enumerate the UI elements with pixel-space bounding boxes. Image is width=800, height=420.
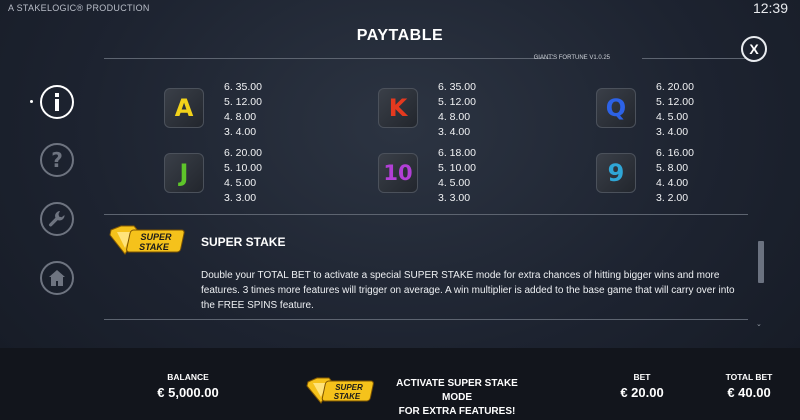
pay-value: 6. 20.00 <box>656 81 694 93</box>
symbol-a: A <box>174 94 194 122</box>
symbol-j: J <box>179 159 189 187</box>
super-stake-logo-line1: SUPER <box>140 232 172 242</box>
super-stake-promo[interactable]: ACTIVATE SUPER STAKE MODE FOR EXTRA FEAT… <box>381 377 533 419</box>
producer-credit: A STAKELOGIC® PRODUCTION <box>8 3 150 13</box>
symbol-tile-k: K <box>378 88 418 128</box>
symbol-tile-10: 10 <box>378 153 418 193</box>
section-divider <box>104 214 748 215</box>
total-bet-value: € 40.00 <box>727 385 771 400</box>
pay-value: 6. 18.00 <box>438 147 476 159</box>
pay-value: 3. 4.00 <box>438 126 471 138</box>
footer-bar: BALANCE € 5,000.00 SUPER STAKE ACTIVATE … <box>0 348 800 420</box>
pay-value: 4. 8.00 <box>224 111 257 123</box>
promo-line2: FOR EXTRA FEATURES! <box>398 406 516 417</box>
paylist-9: 6. 16.00 5. 8.00 4. 4.00 3. 2.00 <box>656 146 694 206</box>
settings-button[interactable] <box>40 202 74 236</box>
wrench-icon <box>49 211 65 227</box>
scroll-down-icon[interactable]: ⌄ <box>756 320 762 328</box>
game-version: GIANT'S FORTUNE V1.0.25 <box>533 55 610 61</box>
paylist-j: 6. 20.00 5. 10.00 4. 5.00 3. 3.00 <box>224 146 262 206</box>
super-stake-title: SUPER STAKE <box>201 235 286 249</box>
pay-value: 6. 20.00 <box>224 147 262 159</box>
paylist-q: 6. 20.00 5. 12.00 4. 5.00 3. 4.00 <box>656 80 694 140</box>
header-divider-right <box>642 58 748 59</box>
symbol-tile-q: Q <box>596 88 636 128</box>
info-icon <box>55 93 59 111</box>
top-bar: A STAKELOGIC® PRODUCTION 12:39 <box>0 0 800 16</box>
symbol-q: Q <box>605 94 627 122</box>
super-stake-logo: SUPER STAKE <box>109 225 185 255</box>
active-indicator <box>30 100 33 103</box>
page-title: PAYTABLE <box>356 27 444 44</box>
paylist-10: 6. 18.00 5. 10.00 4. 5.00 3. 3.00 <box>438 146 476 206</box>
close-icon: X <box>749 41 759 57</box>
pay-value: 3. 2.00 <box>656 192 689 204</box>
header-divider <box>104 58 554 59</box>
pay-value: 5. 8.00 <box>656 162 689 174</box>
super-stake-description: Double your TOTAL BET to activate a spec… <box>201 270 735 311</box>
super-stake-button-line1: SUPER <box>335 383 363 392</box>
pay-value: 3. 3.00 <box>224 192 257 204</box>
section-divider <box>104 319 748 320</box>
scrollbar-thumb[interactable] <box>758 241 764 283</box>
close-button[interactable]: X <box>741 36 767 62</box>
balance-label: BALANCE <box>167 372 209 382</box>
bet-value[interactable]: € 20.00 <box>607 385 677 400</box>
pay-value: 4. 5.00 <box>224 177 257 189</box>
home-button[interactable] <box>40 261 74 295</box>
symbol-10: 10 <box>383 161 413 185</box>
pay-value: 5. 12.00 <box>656 96 694 108</box>
balance-value: € 5,000.00 <box>157 385 219 400</box>
pay-value: 5. 12.00 <box>224 96 262 108</box>
super-stake-button-line2: STAKE <box>334 392 361 401</box>
symbol-tile-a: A <box>164 88 204 128</box>
total-bet-label: TOTAL BET <box>725 372 773 382</box>
pay-value: 4. 5.00 <box>656 111 689 123</box>
info-button[interactable] <box>40 85 74 119</box>
pay-value: 6. 35.00 <box>438 81 476 93</box>
super-stake-activate-button[interactable]: SUPER STAKE <box>305 376 379 406</box>
symbol-k: K <box>388 94 408 122</box>
help-icon: ? <box>51 148 63 172</box>
pay-value: 4. 8.00 <box>438 111 471 123</box>
pay-value: 5. 10.00 <box>224 162 262 174</box>
symbol-tile-j: J <box>164 153 204 193</box>
paylist-k: 6. 35.00 5. 12.00 4. 8.00 3. 4.00 <box>438 80 476 140</box>
pay-value: 5. 10.00 <box>438 162 476 174</box>
pay-value: 5. 12.00 <box>438 96 476 108</box>
pay-value: 4. 4.00 <box>656 177 689 189</box>
pay-value: 3. 4.00 <box>224 126 257 138</box>
pay-value: 4. 5.00 <box>438 177 471 189</box>
bet-label: BET <box>633 372 651 382</box>
super-stake-logo-line2: STAKE <box>139 242 170 252</box>
symbol-tile-9: 9 <box>596 153 636 193</box>
home-icon <box>49 270 65 286</box>
help-button[interactable]: ? <box>40 143 74 177</box>
symbol-9: 9 <box>607 159 625 187</box>
paylist-a: 6. 35.00 5. 12.00 4. 8.00 3. 4.00 <box>224 80 262 140</box>
clock: 12:39 <box>752 0 788 16</box>
pay-value: 3. 4.00 <box>656 126 689 138</box>
pay-value: 6. 16.00 <box>656 147 694 159</box>
promo-line1: ACTIVATE SUPER STAKE MODE <box>396 378 518 403</box>
pay-value: 3. 3.00 <box>438 192 471 204</box>
pay-value: 6. 35.00 <box>224 81 262 93</box>
